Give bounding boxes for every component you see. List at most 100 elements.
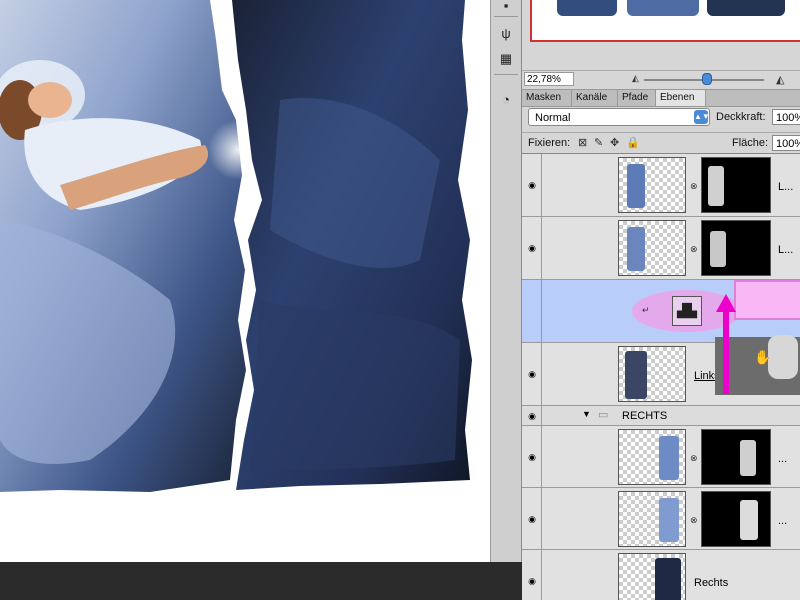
- fill-field[interactable]: 100%: [772, 135, 800, 151]
- tab-ebenen[interactable]: Ebenen: [656, 90, 706, 106]
- thumb-fragment: [659, 498, 679, 542]
- chain-link-icon[interactable]: ⊗: [690, 515, 698, 526]
- tool-separator: [494, 16, 518, 17]
- visibility-toggle[interactable]: [522, 280, 542, 342]
- layer-name[interactable]: Rechts: [694, 577, 728, 589]
- visibility-toggle[interactable]: ◉: [522, 406, 542, 425]
- blend-mode-select[interactable]: Normal ▲▼: [528, 108, 710, 126]
- eye-icon: ◉: [528, 243, 536, 253]
- eye-icon: ◉: [528, 452, 536, 462]
- tool-button-top[interactable]: ▪: [495, 0, 517, 16]
- mask-thumbnail[interactable]: [701, 429, 771, 485]
- visibility-toggle[interactable]: ◉: [522, 426, 542, 487]
- visibility-toggle[interactable]: ◉: [522, 154, 542, 216]
- eye-icon: ◉: [528, 180, 536, 190]
- thumb-fragment: [627, 227, 645, 271]
- zoom-out-icon[interactable]: ◭: [632, 73, 639, 84]
- layer-thumbnail: [618, 491, 686, 547]
- blend-mode-value: Normal: [535, 112, 571, 124]
- clock-tool-button[interactable]: ◔: [495, 88, 517, 110]
- layer-row[interactable]: ◉ Links ✋: [522, 335, 800, 406]
- zoom-field[interactable]: 22,78%: [524, 72, 574, 86]
- lock-row: Fixieren: ⊠ ✎ ✥ 🔒 Fläche: 100%: [522, 132, 800, 153]
- tab-pfade[interactable]: Pfade: [618, 90, 656, 106]
- panel-tabs: Masken Kanäle Pfade Ebenen: [522, 89, 800, 107]
- layer-thumbnail: [618, 429, 686, 485]
- fill-label: Fläche:: [732, 137, 769, 149]
- mask-fragment: [708, 166, 724, 206]
- clip-arrow-icon: ↵: [642, 305, 650, 315]
- eye-icon: ◉: [528, 411, 536, 421]
- folder-icon: ▭: [598, 409, 609, 421]
- mask-fragment: [740, 500, 758, 540]
- layer-thumbnail: [618, 220, 686, 276]
- preview-piece: [707, 0, 785, 16]
- layer-row[interactable]: ◉ ⊗ ...: [522, 426, 800, 488]
- mask-thumbnail[interactable]: [701, 220, 771, 276]
- hand-cursor-icon: ✋: [754, 349, 772, 365]
- chain-link-icon[interactable]: ⊗: [690, 181, 698, 192]
- thumb-fragment: [659, 436, 679, 480]
- ghost-thumbnail: [768, 335, 798, 379]
- zoom-row: 22,78% ◭ ◭: [522, 70, 800, 89]
- dropdown-arrow-icon: ▲▼: [694, 110, 710, 124]
- lock-move-icon[interactable]: ✥: [610, 136, 619, 149]
- navigator-panel: [522, 0, 800, 70]
- visibility-toggle[interactable]: ◉: [522, 550, 542, 600]
- tab-kanaele[interactable]: Kanäle: [572, 90, 618, 106]
- usb-icon: ψ: [501, 25, 511, 41]
- layers-list: ◉ ⊗ L... ◉ ⊗ L... ↵ ▟▙ ◉ Links ✋ ◉ ▼ ▭ R…: [522, 153, 800, 600]
- layer-row[interactable]: ◉ Rechts: [522, 550, 800, 600]
- mask-fragment: [740, 440, 756, 476]
- tool-icon: ▪: [503, 0, 509, 13]
- layer-name[interactable]: ...: [778, 453, 787, 465]
- opacity-field[interactable]: 100%: [772, 109, 800, 125]
- preview-piece: [627, 0, 699, 16]
- group-name[interactable]: RECHTS: [622, 410, 667, 422]
- zoom-slider-thumb[interactable]: [702, 73, 712, 85]
- status-bar: [0, 562, 522, 600]
- chain-link-icon[interactable]: ⊗: [690, 244, 698, 255]
- mask-thumbnail[interactable]: [701, 157, 771, 213]
- opacity-label: Deckkraft:: [716, 111, 766, 123]
- lock-all-icon[interactable]: 🔒: [626, 136, 640, 149]
- mask-thumbnail[interactable]: [701, 491, 771, 547]
- layer-row[interactable]: ◉ ⊗ ...: [522, 488, 800, 550]
- grid-tool-button[interactable]: ▦: [495, 48, 517, 70]
- panels-dock: 22,78% ◭ ◭ Masken Kanäle Pfade Ebenen No…: [522, 0, 800, 600]
- visibility-toggle[interactable]: ◉: [522, 343, 542, 405]
- layer-name[interactable]: L...: [778, 244, 793, 256]
- eye-icon: ◉: [528, 576, 536, 586]
- navigator-preview[interactable]: [530, 0, 800, 42]
- preview-piece: [557, 0, 617, 16]
- visibility-toggle[interactable]: ◉: [522, 488, 542, 549]
- layer-row[interactable]: ◉ ⊗ L...: [522, 154, 800, 217]
- lock-brush-icon[interactable]: ✎: [594, 136, 603, 149]
- layer-name[interactable]: ...: [778, 515, 787, 527]
- chain-link-icon[interactable]: ⊗: [690, 453, 698, 464]
- disclosure-triangle-icon[interactable]: ▼: [582, 409, 591, 419]
- levels-adjustment-icon[interactable]: ▟▙: [672, 296, 702, 326]
- zoom-in-icon[interactable]: ◭: [776, 73, 784, 86]
- layer-thumbnail: [618, 346, 686, 402]
- tab-masken[interactable]: Masken: [522, 90, 572, 106]
- group-row[interactable]: ◉ ▼ ▭ RECHTS: [522, 406, 800, 426]
- lock-label: Fixieren:: [528, 137, 571, 149]
- tool-strip: ▪ ψ ▦ ◔: [490, 0, 522, 562]
- torn-photo: [0, 0, 472, 492]
- layer-thumbnail: [618, 553, 686, 600]
- eye-icon: ◉: [528, 369, 536, 379]
- visibility-toggle[interactable]: ◉: [522, 217, 542, 279]
- grid-icon: ▦: [499, 51, 513, 66]
- usb-tool-button[interactable]: ψ: [495, 22, 517, 44]
- layer-row[interactable]: ◉ ⊗ L...: [522, 217, 800, 280]
- thumb-fragment: [627, 164, 645, 208]
- blend-row: Normal ▲▼ Deckkraft: 100%: [522, 106, 800, 130]
- thumb-fragment: [655, 558, 681, 600]
- clock-icon: ◔: [502, 91, 510, 107]
- mask-fragment: [710, 231, 726, 267]
- layer-name[interactable]: L...: [778, 181, 793, 193]
- layer-row-selected[interactable]: ↵ ▟▙: [522, 280, 800, 343]
- lock-transparency-icon[interactable]: ⊠: [578, 136, 587, 149]
- document-canvas[interactable]: [0, 0, 490, 560]
